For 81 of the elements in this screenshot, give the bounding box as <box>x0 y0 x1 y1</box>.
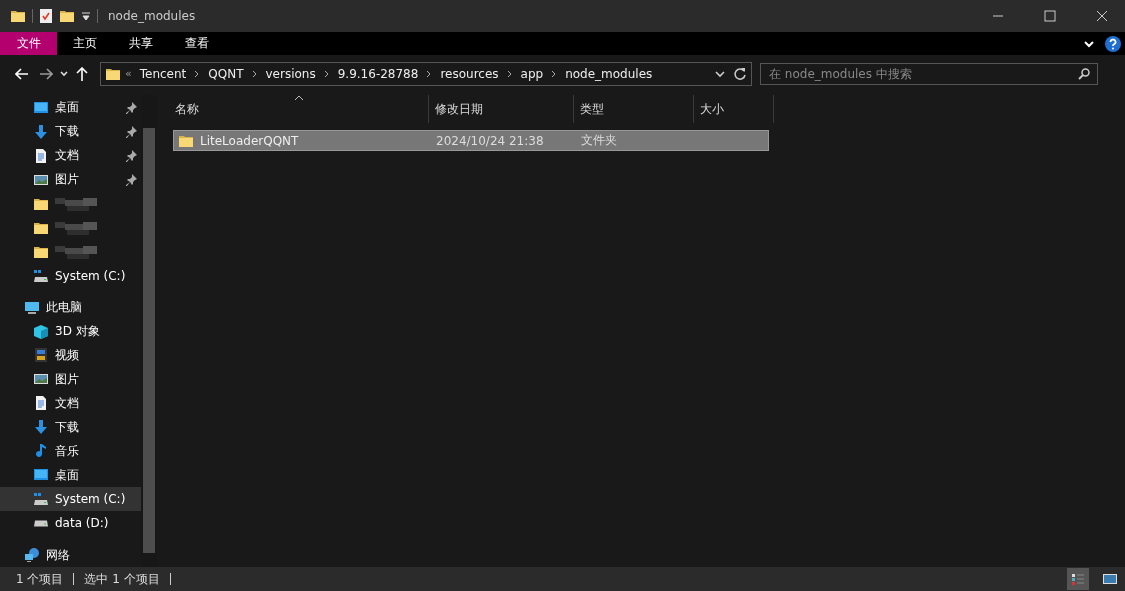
close-icon[interactable] <box>1096 10 1108 22</box>
drive-icon <box>33 491 49 508</box>
table-cell: 文件夹 <box>581 132 617 149</box>
pin-icon[interactable] <box>125 102 137 114</box>
sidebar-item[interactable]: 图片 <box>0 167 141 192</box>
document-icon <box>33 147 49 164</box>
address-bar[interactable]: « Tencent QQNT versions 9.9.16-28788 resources app node_modules <box>100 61 752 86</box>
drive-icon <box>33 267 49 284</box>
sidebar-item[interactable]: 视频 <box>0 343 141 368</box>
column-header[interactable]: 类型 <box>574 95 694 123</box>
item-count: 1 个项目 <box>16 570 64 588</box>
sidebar-item[interactable]: 桌面 <box>0 463 141 488</box>
chevron-icon[interactable] <box>323 69 330 78</box>
dropdown-icon[interactable] <box>715 69 725 78</box>
recent-dropdown-icon[interactable] <box>58 69 70 78</box>
chevron-icon[interactable] <box>506 69 513 78</box>
download-icon <box>33 419 49 436</box>
minimize-icon[interactable] <box>992 15 1004 17</box>
maximize-icon[interactable] <box>1044 10 1056 22</box>
music-icon <box>33 443 49 460</box>
window-title: node_modules <box>108 9 197 23</box>
ribbon-tab[interactable]: 查看 <box>169 32 225 55</box>
sidebar-item[interactable]: 桌面 <box>0 96 141 120</box>
sidebar-item[interactable]: 下载 <box>0 415 141 440</box>
folder-icon <box>10 8 26 24</box>
breadcrumb[interactable]: QQNT <box>204 66 248 81</box>
back-arrow-icon[interactable] <box>15 67 29 80</box>
drive-icon <box>33 519 49 527</box>
sidebar-item[interactable]: 文档 <box>0 391 141 416</box>
column-header[interactable]: 大小 <box>694 95 774 123</box>
chevron-icon[interactable] <box>251 69 258 78</box>
pin-icon[interactable] <box>125 125 137 138</box>
file-row[interactable]: LiteLoaderQQNT 2024/10/24 21:38 文件夹 <box>173 130 769 151</box>
breadcrumb[interactable]: resources <box>436 66 503 81</box>
ribbon-tab[interactable]: 共享 <box>113 32 169 55</box>
network-icon <box>24 547 40 564</box>
breadcrumb[interactable]: Tencent <box>135 66 191 81</box>
search-field[interactable]: 在 node_modules 中搜索 <box>760 62 1098 85</box>
selection-count: 选中 1 个项目 <box>84 570 160 588</box>
search-icon[interactable] <box>1078 67 1090 80</box>
chevron-icon[interactable] <box>194 69 201 78</box>
sort-caret-icon <box>294 95 304 101</box>
column-header[interactable]: 名称 <box>169 95 429 123</box>
sidebar-item[interactable]: System (C:) <box>0 263 141 288</box>
sidebar-item[interactable]: 下载 <box>0 119 141 144</box>
overflow-chevron[interactable]: « <box>121 67 136 80</box>
computer-icon <box>24 299 40 316</box>
dropdown-icon[interactable] <box>81 11 91 21</box>
desktop-icon <box>33 99 49 116</box>
chevron-icon[interactable] <box>426 69 433 78</box>
refresh-icon[interactable] <box>733 66 747 81</box>
table-cell: 2024/10/24 21:38 <box>436 133 544 148</box>
sidebar-item[interactable]: System (C:) <box>0 487 141 512</box>
breadcrumb[interactable]: node_modules <box>561 66 657 81</box>
sidebar-item[interactable]: data (D:) <box>0 511 141 536</box>
sidebar-item[interactable]: 图片 <box>0 367 141 392</box>
cube-icon <box>33 323 49 340</box>
sidebar-item[interactable]: 3D 对象 <box>0 319 141 344</box>
properties-icon[interactable] <box>39 8 53 24</box>
document-icon <box>33 395 49 412</box>
ribbon-tab[interactable]: 主页 <box>57 32 113 55</box>
sidebar-item[interactable]: 此电脑 <box>0 295 141 320</box>
file-name: LiteLoaderQQNT <box>200 133 299 148</box>
chevron-icon[interactable] <box>551 69 558 78</box>
column-header[interactable]: 修改日期 <box>429 95 574 123</box>
breadcrumb[interactable]: app <box>516 66 548 81</box>
help-icon[interactable] <box>1105 36 1121 52</box>
sidebar-item[interactable]: 网络 <box>0 543 141 568</box>
sidebar-item[interactable]: 音乐 <box>0 439 141 464</box>
forward-arrow-icon[interactable] <box>39 67 53 80</box>
ribbon-tab[interactable]: 文件 <box>0 32 57 55</box>
expand-ribbon-icon[interactable] <box>1084 40 1094 48</box>
new-folder-icon[interactable] <box>59 8 75 24</box>
download-icon <box>33 123 49 140</box>
pin-icon[interactable] <box>125 173 137 186</box>
film-icon <box>33 347 49 364</box>
breadcrumb[interactable]: versions <box>261 66 320 81</box>
breadcrumb[interactable]: 9.9.16-28788 <box>333 66 423 81</box>
up-arrow-icon[interactable] <box>76 66 88 81</box>
pin-icon[interactable] <box>125 149 137 162</box>
sidebar-item[interactable]: 文档 <box>0 143 141 168</box>
